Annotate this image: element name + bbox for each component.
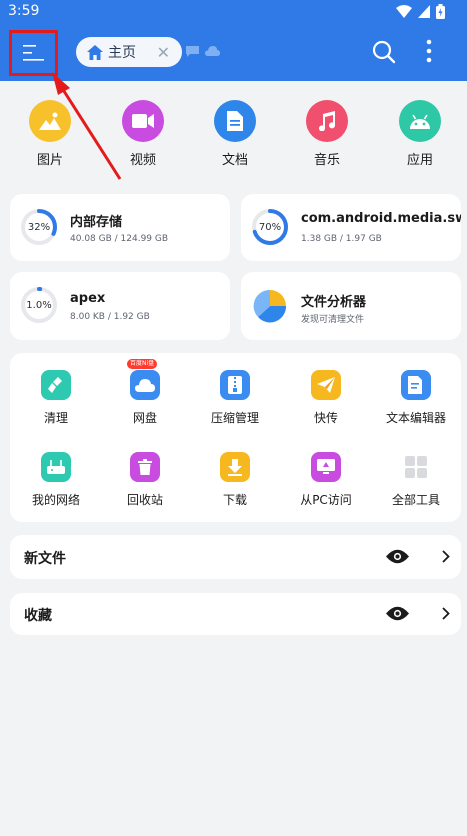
more-options-button[interactable] <box>425 39 433 67</box>
menu-button[interactable] <box>9 30 58 76</box>
tool-label: 网盘 <box>132 411 157 425</box>
chevron-right-icon[interactable] <box>442 607 450 620</box>
storage-card-media[interactable]: 70% com.android.media.swc... 1.38 GB / 1… <box>241 194 461 261</box>
favorites-row[interactable]: 收藏 <box>10 593 461 635</box>
eye-icon[interactable] <box>386 549 409 564</box>
storage-card-apex[interactable]: 1.0% apex 8.00 KB / 1.92 GB <box>10 272 230 340</box>
tool-compress[interactable]: 压缩管理 <box>189 370 281 426</box>
router-icon <box>41 452 71 482</box>
category-label: 音乐 <box>313 153 340 168</box>
send-icon <box>311 370 341 400</box>
storage-subtitle: 40.08 GB / 124.99 GB <box>70 234 169 244</box>
new-files-row[interactable]: 新文件 <box>10 535 461 579</box>
category-label: 视频 <box>129 153 156 168</box>
storage-percent: 32% <box>27 221 51 233</box>
storage-title: com.android.media.swc... <box>301 211 461 226</box>
close-icon[interactable]: ✕ <box>157 43 170 62</box>
tool-quick-send[interactable]: 快传 <box>280 370 372 426</box>
text-edit-icon <box>401 370 431 400</box>
trash-icon <box>130 452 160 482</box>
cloud-icon: 百度Ni盘 <box>127 359 160 400</box>
menu-icon <box>22 45 44 61</box>
download-icon <box>220 452 250 482</box>
app-bar: 主页 ✕ <box>0 24 467 81</box>
tab-home-label: 主页 <box>108 45 136 61</box>
file-analyzer-title: 文件分析器 <box>301 295 367 310</box>
document-icon <box>214 100 256 142</box>
storage-title: 内部存储 <box>70 215 123 230</box>
chevron-right-icon[interactable] <box>442 550 450 563</box>
storage-percent: 70% <box>258 221 282 233</box>
tool-pc-access[interactable]: 从PC访问 <box>280 452 372 508</box>
tab-extra-icons <box>186 46 220 57</box>
category-videos[interactable]: 视频 <box>111 100 175 168</box>
category-row: 图片 视频 文档 音乐 应用 <box>0 100 467 170</box>
tool-label: 压缩管理 <box>210 411 259 425</box>
storage-subtitle: 8.00 KB / 1.92 GB <box>70 312 150 322</box>
tab-home[interactable]: 主页 ✕ <box>76 37 182 67</box>
signal-icon <box>418 5 430 18</box>
image-icon <box>29 100 71 142</box>
tool-all-tools[interactable]: 全部工具 <box>370 452 462 508</box>
tool-label: 全部工具 <box>391 493 440 507</box>
android-icon <box>399 100 441 142</box>
broom-icon <box>41 370 71 400</box>
category-apps[interactable]: 应用 <box>388 100 452 168</box>
tool-label: 清理 <box>43 411 68 425</box>
tool-label: 我的网络 <box>31 493 80 507</box>
tool-my-network[interactable]: 我的网络 <box>10 452 102 508</box>
wifi-icon <box>396 5 412 18</box>
tool-netdisk[interactable]: 百度Ni盘 网盘 <box>99 359 191 426</box>
section-label: 收藏 <box>24 608 52 624</box>
status-bar: 3:59 <box>0 0 467 24</box>
storage-title: apex <box>70 291 106 306</box>
eye-icon[interactable] <box>386 606 409 621</box>
section-label: 新文件 <box>24 551 66 567</box>
storage-percent: 1.0% <box>26 299 52 311</box>
cloud-icon[interactable] <box>205 46 220 56</box>
pc-access-icon <box>311 452 341 482</box>
category-music[interactable]: 音乐 <box>295 100 359 168</box>
file-analyzer-subtitle: 发现可清理文件 <box>301 315 365 325</box>
tools-card: 清理 百度Ni盘 网盘 压缩管理 快传 文本编辑器 我的网络 回收站 下载 从P… <box>10 353 461 522</box>
storage-subtitle: 1.38 GB / 1.97 GB <box>301 234 382 244</box>
tool-label: 回收站 <box>126 493 163 507</box>
grid-icon <box>401 452 431 482</box>
zip-icon <box>220 370 250 400</box>
tool-text-editor[interactable]: 文本编辑器 <box>370 370 462 426</box>
tool-label: 从PC访问 <box>300 493 352 507</box>
pie-chart-icon <box>253 289 287 323</box>
tool-label: 文本编辑器 <box>385 411 446 425</box>
more-vert-icon <box>426 39 432 63</box>
category-label: 文档 <box>221 153 248 168</box>
storage-card-internal[interactable]: 32% 内部存储 40.08 GB / 124.99 GB <box>10 194 230 261</box>
tool-recycle-bin[interactable]: 回收站 <box>99 452 191 508</box>
video-icon <box>122 100 164 142</box>
category-label: 应用 <box>406 153 433 168</box>
status-icons <box>396 4 445 19</box>
tool-label: 快传 <box>313 411 338 425</box>
battery-icon <box>436 4 445 19</box>
home-icon <box>87 44 103 60</box>
category-label: 图片 <box>36 153 63 168</box>
chat-icon[interactable] <box>186 46 199 57</box>
search-button[interactable] <box>372 40 396 68</box>
music-icon <box>306 100 348 142</box>
search-icon <box>372 40 396 64</box>
tool-label: 下载 <box>222 493 247 507</box>
category-images[interactable]: 图片 <box>18 100 82 168</box>
category-documents[interactable]: 文档 <box>203 100 267 168</box>
tool-clean[interactable]: 清理 <box>10 370 102 426</box>
status-time: 3:59 <box>8 3 40 19</box>
tool-download[interactable]: 下载 <box>189 452 281 508</box>
netdisk-badge: 百度Ni盘 <box>127 359 158 369</box>
file-analyzer-card[interactable]: 文件分析器 发现可清理文件 <box>241 272 461 340</box>
